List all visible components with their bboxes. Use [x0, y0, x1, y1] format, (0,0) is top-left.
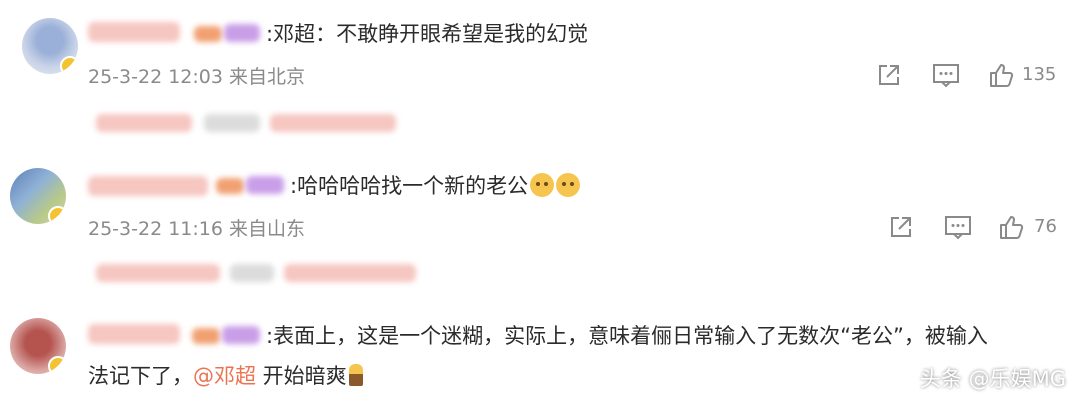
user-badge-blurred — [194, 26, 222, 42]
torch-emoji-icon — [348, 364, 363, 386]
comment-meta: 25-3-22 11:16 来自山东 — [88, 214, 305, 241]
user-badge-blurred — [246, 176, 284, 194]
share-icon[interactable] — [888, 214, 914, 240]
share-icon[interactable] — [876, 62, 902, 88]
reply-preview-blurred[interactable] — [230, 264, 274, 282]
reply-preview-blurred[interactable] — [204, 114, 260, 132]
location: 来自山东 — [229, 218, 306, 240]
like-count: 76 — [1034, 216, 1057, 237]
location: 来自北京 — [229, 66, 306, 88]
reply-preview-blurred[interactable] — [284, 264, 416, 282]
avatar[interactable] — [22, 18, 78, 74]
doge-emoji-icon — [556, 173, 581, 197]
timestamp: 25-3-22 12:03 — [88, 66, 223, 88]
comment-text-continued: 法记下了，@邓超 开始暗爽 — [88, 362, 363, 390]
doge-emoji-icon — [530, 173, 555, 197]
reply-preview-blurred[interactable] — [96, 114, 192, 132]
like-icon[interactable] — [988, 62, 1014, 88]
mention-link[interactable]: @邓超 — [193, 364, 256, 388]
verified-badge-icon — [48, 356, 66, 374]
comment-icon[interactable] — [944, 214, 972, 240]
watermark: 头条 @乐娱MG — [919, 367, 1066, 391]
comment-text: :邓超：不敢睁开眼希望是我的幻觉 — [266, 22, 589, 46]
avatar[interactable] — [10, 318, 66, 374]
like-icon[interactable] — [998, 214, 1024, 240]
username-blurred[interactable] — [88, 176, 208, 196]
verified-badge-icon — [60, 56, 78, 74]
comment-meta: 25-3-22 12:03 来自北京 — [88, 62, 305, 89]
avatar[interactable] — [10, 168, 66, 224]
reply-preview-blurred[interactable] — [270, 114, 396, 132]
timestamp: 25-3-22 11:16 — [88, 218, 223, 240]
user-badge-blurred — [222, 326, 260, 344]
username-blurred[interactable] — [88, 22, 180, 42]
comment-text: :表面上，这是一个迷糊，实际上，意味着俪日常输入了无数次“老公”，被输入 — [266, 324, 988, 348]
username-blurred[interactable] — [88, 324, 180, 344]
verified-badge-icon — [48, 206, 66, 224]
reply-preview-blurred[interactable] — [96, 264, 220, 282]
comment-actions: 76 — [888, 214, 1068, 242]
comment-icon[interactable] — [932, 62, 960, 88]
like-count: 135 — [1022, 64, 1057, 85]
comment-text: :哈哈哈哈找一个新的老公 — [290, 172, 581, 200]
user-badge-blurred — [192, 328, 220, 344]
comment-actions: 135 — [876, 62, 1066, 90]
user-badge-blurred — [216, 178, 244, 194]
user-badge-blurred — [224, 24, 260, 42]
